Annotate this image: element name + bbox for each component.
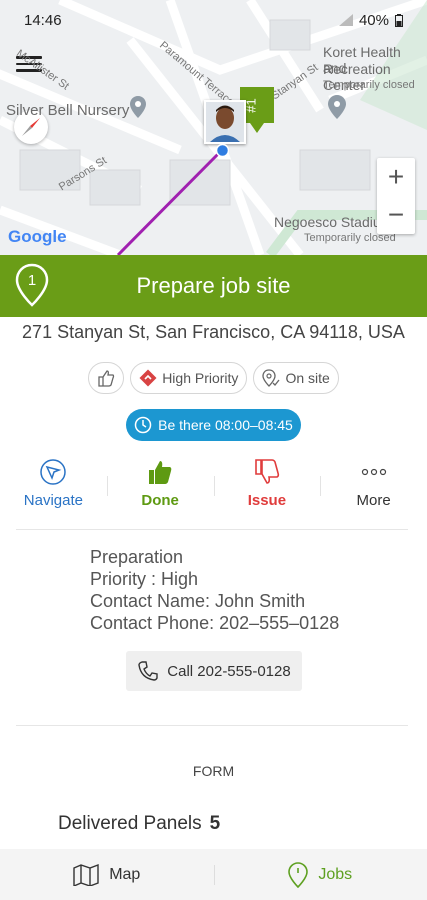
more-button[interactable]: More <box>320 458 427 509</box>
location-pin-icon <box>288 861 309 888</box>
battery-level: 40% <box>358 11 389 29</box>
map-view[interactable]: 14:46 40% Silver Bell Nursery Koret Heal… <box>0 0 427 255</box>
status-label: On site <box>285 370 330 386</box>
current-location-icon <box>216 144 229 157</box>
job-address[interactable]: 271 Stanyan St, San Francisco, CA 94118,… <box>0 322 427 343</box>
thumbs-down-icon <box>255 459 280 484</box>
google-logo: Google <box>8 227 67 246</box>
place-note-koret: Temporarily closed <box>323 79 415 91</box>
delivered-panels-value: 5 <box>209 813 221 834</box>
signal-icon <box>338 14 353 26</box>
bottom-nav: Map Jobs <box>0 849 427 900</box>
done-button[interactable]: Done <box>106 458 214 509</box>
time-window-badge[interactable]: Be there 08:00–08:45 <box>126 409 301 441</box>
detail-contact-name: Contact Name: John Smith <box>90 591 306 611</box>
zoom-out-button[interactable]: − <box>377 196 415 234</box>
status-bar: 14:46 40% <box>0 0 427 40</box>
zoom-in-button[interactable]: + <box>377 158 415 196</box>
clock-icon <box>134 416 152 434</box>
google-attribution: Google <box>8 227 67 247</box>
map-icon <box>73 863 99 886</box>
issue-button[interactable]: Issue <box>213 458 321 509</box>
done-label: Done <box>141 492 179 509</box>
job-title: Prepare job site <box>136 273 291 298</box>
job-header: 1 Prepare job site <box>0 255 427 317</box>
thumbs-up-outline-icon <box>98 370 115 387</box>
issue-label: Issue <box>247 492 287 509</box>
place-label-negoesco: Negoesco Stadium <box>274 214 393 230</box>
priority-chip[interactable]: High Priority <box>130 362 248 394</box>
call-button[interactable]: Call 202-555-0128 <box>126 651 302 691</box>
detail-type: Preparation <box>90 547 184 567</box>
job-details: Preparation Priority : High Contact Name… <box>90 546 339 634</box>
job-actions: Navigate Done Issue More <box>0 458 427 509</box>
thumbs-up-icon <box>149 461 172 484</box>
time-window-label: Be there 08:00–08:45 <box>158 417 293 433</box>
navigate-icon <box>40 459 67 485</box>
navigate-button[interactable]: Navigate <box>0 458 107 509</box>
nav-map-label: Map <box>109 865 141 883</box>
delivered-panels-field[interactable]: Delivered Panels 5 <box>58 813 220 835</box>
form-label: FORM <box>192 763 235 779</box>
battery-icon <box>395 13 403 27</box>
priority-icon <box>139 369 157 387</box>
more-label: More <box>356 492 391 509</box>
divider <box>16 725 408 726</box>
location-check-icon <box>262 369 280 387</box>
job-chips: High Priority On site <box>0 362 427 394</box>
more-icon <box>361 468 386 476</box>
status-time: 14:46 <box>24 11 62 29</box>
nav-jobs-label: Jobs <box>318 865 353 883</box>
nav-map[interactable]: Map <box>0 849 214 900</box>
place-label-silver-bell: Silver Bell Nursery <box>6 102 130 119</box>
priority-label: High Priority <box>162 370 239 386</box>
detail-priority: Priority : High <box>90 569 199 589</box>
delivered-panels-label: Delivered Panels <box>58 813 202 834</box>
place-pin-icon <box>130 96 146 118</box>
detail-contact-phone: Contact Phone: 202–555–0128 <box>90 613 340 633</box>
divider <box>16 529 408 530</box>
call-button-label: Call 202-555-0128 <box>167 662 291 680</box>
compass-icon <box>22 118 40 136</box>
driver-avatar-icon <box>206 102 244 142</box>
place-pin-icon <box>328 95 346 119</box>
like-chip[interactable] <box>88 362 125 394</box>
navigate-label: Navigate <box>23 492 83 509</box>
phone-icon <box>138 661 158 681</box>
avatar[interactable] <box>204 100 246 144</box>
nav-jobs[interactable]: Jobs <box>213 849 427 900</box>
status-chip[interactable]: On site <box>253 362 339 394</box>
zoom-controls: + − <box>377 158 415 234</box>
